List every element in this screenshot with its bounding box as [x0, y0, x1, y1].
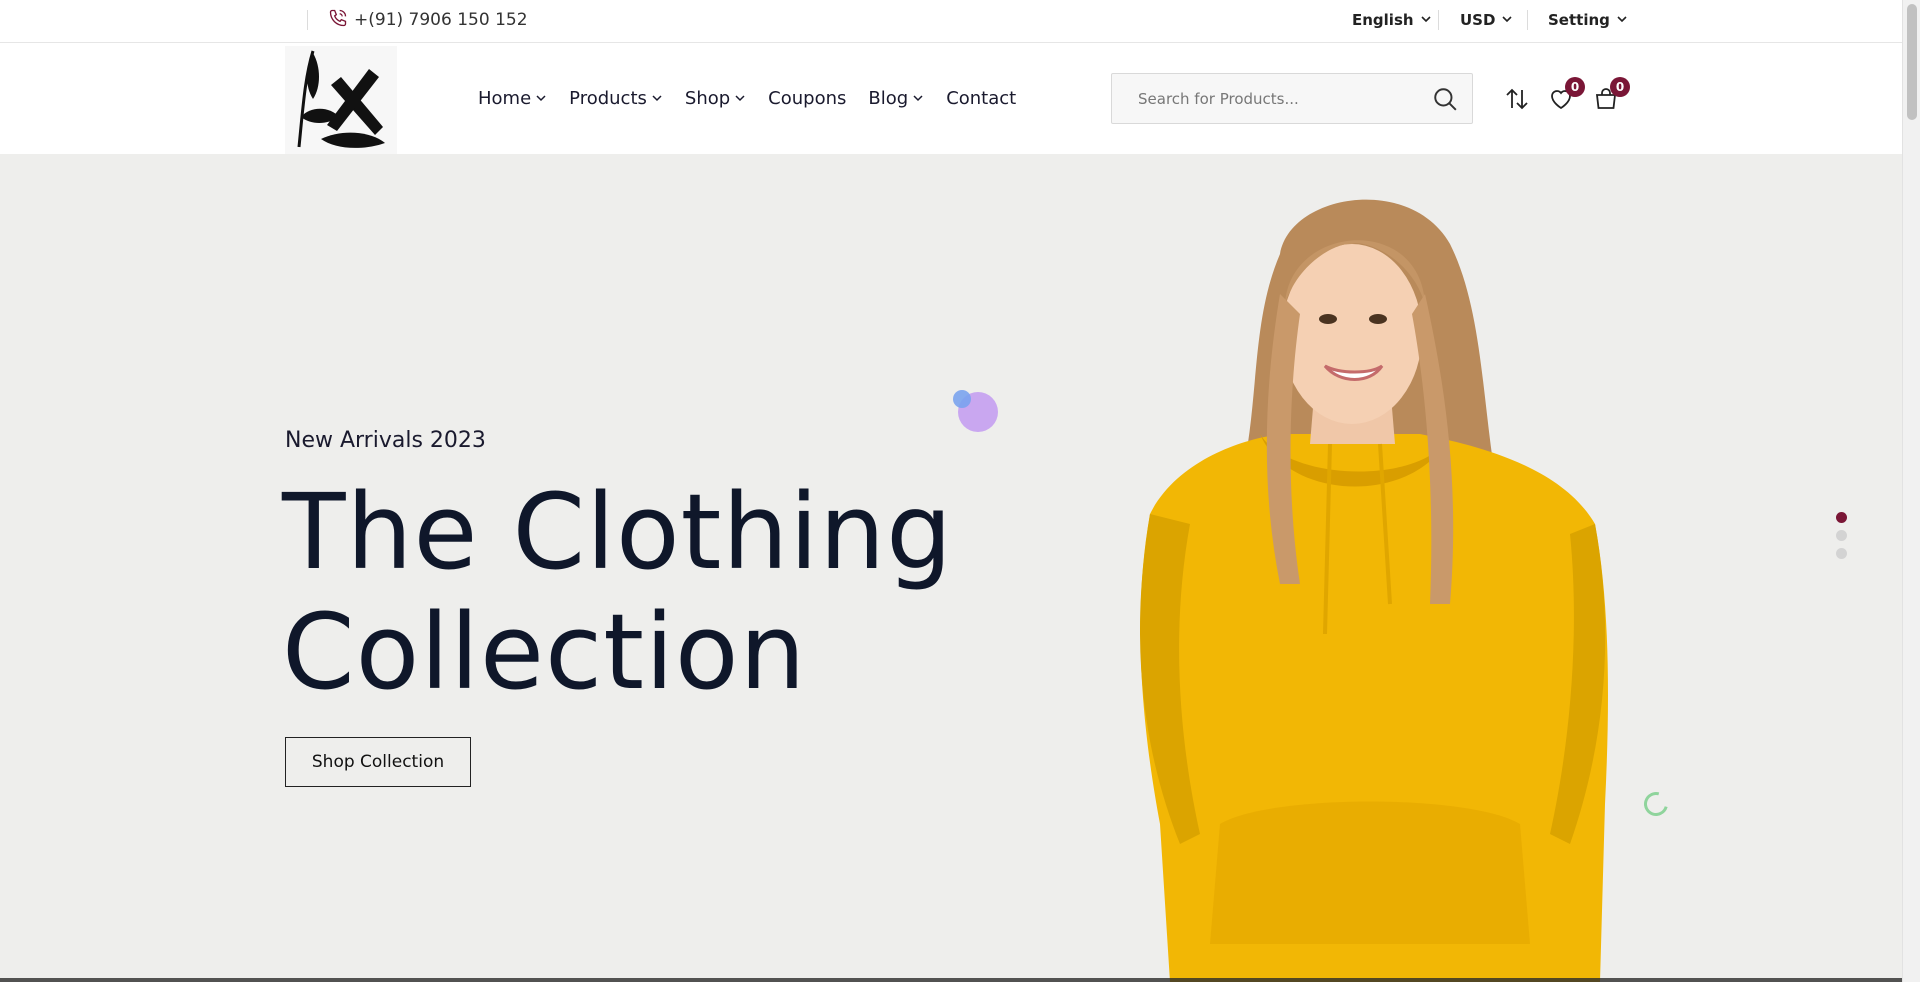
- wishlist-count-badge: 0: [1565, 77, 1585, 97]
- chevron-down-icon: [912, 88, 924, 109]
- hero-model-image: [1140, 199, 1608, 982]
- nav-item-coupons[interactable]: Coupons: [768, 88, 846, 109]
- nav-item-label: Contact: [946, 88, 1017, 109]
- nav-item-label: Coupons: [768, 88, 847, 109]
- nav-item-label: Products: [569, 88, 647, 109]
- search-box: [1111, 73, 1473, 124]
- chevron-down-icon: [1420, 11, 1432, 29]
- hero-slider: New Arrivals 2023 The Clothing Collectio…: [0, 154, 1902, 982]
- compare-button[interactable]: [1503, 85, 1531, 113]
- compare-icon: [1506, 88, 1528, 110]
- leaf-logo-icon: [297, 50, 385, 148]
- language-label: English: [1352, 11, 1414, 29]
- setting-select[interactable]: Setting: [1548, 0, 1628, 40]
- main-nav: Home Products Shop Coupons Blog Contact: [478, 43, 1016, 154]
- topbar-divider: [307, 10, 308, 30]
- nav-item-label: Blog: [868, 88, 909, 109]
- cart-button[interactable]: 0: [1592, 77, 1630, 113]
- shop-collection-button[interactable]: Shop Collection: [285, 737, 471, 787]
- nav-item-home[interactable]: Home: [478, 88, 547, 109]
- page-scrollbar[interactable]: [1902, 0, 1920, 982]
- setting-label: Setting: [1548, 11, 1610, 29]
- hero-title-line2: Collection: [282, 591, 807, 713]
- chevron-down-icon: [651, 88, 663, 109]
- currency-select[interactable]: USD: [1460, 0, 1513, 40]
- topbar-divider: [1527, 10, 1528, 30]
- hero-title-line1: The Clothing: [282, 471, 954, 593]
- currency-label: USD: [1460, 11, 1496, 29]
- nav-item-blog[interactable]: Blog: [868, 88, 924, 109]
- top-bar: +(91) 7906 150 152 English USD Setting: [0, 0, 1902, 43]
- slider-dot-1[interactable]: [1836, 512, 1847, 523]
- wishlist-button[interactable]: 0: [1547, 77, 1585, 113]
- language-select[interactable]: English: [1352, 0, 1432, 40]
- nav-item-contact[interactable]: Contact: [946, 88, 1016, 109]
- main-header: Home Products Shop Coupons Blog Contact: [0, 43, 1902, 154]
- nav-item-products[interactable]: Products: [569, 88, 663, 109]
- loading-ring-icon: [1639, 787, 1673, 821]
- site-logo[interactable]: [285, 46, 397, 154]
- hero-subtitle: New Arrivals 2023: [285, 428, 486, 453]
- phone-number: +(91) 7906 150 152: [354, 10, 528, 30]
- page-bottom-edge: [0, 978, 1902, 982]
- cart-count-badge: 0: [1610, 77, 1630, 97]
- chevron-down-icon: [1501, 11, 1513, 29]
- nav-item-label: Shop: [684, 88, 731, 109]
- chevron-down-icon: [734, 88, 746, 109]
- phone-icon: [328, 8, 348, 33]
- hero-title: The Clothing Collection: [282, 472, 962, 712]
- slider-pagination: [1836, 512, 1847, 559]
- search-icon: [1434, 88, 1457, 111]
- chevron-down-icon: [535, 88, 547, 109]
- topbar-divider: [1438, 10, 1439, 30]
- nav-item-shop[interactable]: Shop: [685, 88, 746, 109]
- chevron-down-icon: [1616, 11, 1628, 29]
- search-button[interactable]: [1432, 86, 1458, 112]
- search-input[interactable]: [1112, 74, 1412, 123]
- nav-item-label: Home: [478, 88, 532, 109]
- slider-dot-2[interactable]: [1836, 530, 1847, 541]
- scrollbar-thumb[interactable]: [1907, 4, 1917, 120]
- phone-contact[interactable]: +(91) 7906 150 152: [328, 0, 528, 40]
- slider-dot-3[interactable]: [1836, 548, 1847, 559]
- decorative-bubble: [953, 390, 971, 408]
